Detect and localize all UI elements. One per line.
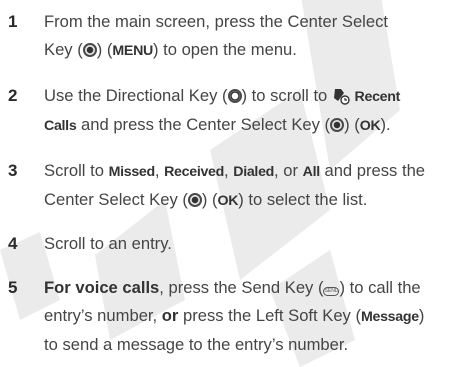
step-text-fragment: , (154, 161, 165, 180)
step-text-fragment: Center Select Key ( (44, 190, 188, 209)
step-text-fragment: Scroll to (44, 161, 109, 180)
step-text-fragment: and press the (319, 161, 426, 180)
or-label: or (161, 306, 179, 325)
step-number: 1 (8, 12, 18, 31)
step-text-line: to send a message to the entry’s number. (44, 335, 349, 354)
step-text-fragment: ) to scroll to (241, 86, 332, 105)
all-label: All (302, 164, 321, 180)
step-number: 4 (8, 234, 18, 253)
step-text-fragment: ) ( (201, 190, 218, 209)
step-number: 5 (8, 278, 18, 297)
directional-key-icon (227, 89, 242, 103)
step-text-fragment: , (224, 161, 234, 180)
step-text: Scroll to an entry. (44, 230, 469, 258)
message-label: Message (360, 309, 419, 325)
step-text-fragment: and press the Center Select Key ( (76, 115, 331, 134)
step-text-fragment: ) ( (96, 40, 113, 59)
step-text-fragment: Key ( (44, 40, 83, 59)
step-text: From the main screen, press the Center S… (44, 8, 469, 65)
center-select-key-icon (82, 43, 97, 57)
step-text-fragment: ) to open the menu. (152, 40, 297, 59)
voice-calls-label: For voice calls (44, 278, 160, 297)
step-number: 3 (8, 161, 18, 180)
ok-label: OK (217, 193, 239, 209)
ok-label: OK (359, 118, 381, 134)
center-select-key-icon (187, 193, 202, 207)
step-text-fragment: , press the Send Key ( (159, 278, 324, 297)
send-key-icon: SEND (323, 287, 340, 296)
calls-label: Calls (44, 118, 77, 134)
center-select-key-icon (330, 118, 345, 132)
step-text-line: Scroll to an entry. (44, 234, 172, 253)
step-text: Use the Directional Key () to scroll to … (44, 82, 469, 140)
menu-label: MENU (112, 43, 153, 59)
missed-label: Missed (108, 164, 156, 180)
recent-label: Recent (354, 89, 401, 105)
step-text-fragment: ). (380, 115, 391, 134)
received-label: Received (164, 164, 225, 180)
step-text-fragment: press the Left Soft Key ( (178, 306, 361, 325)
step-text-fragment: entry’s number, (44, 306, 162, 325)
step-text-fragment: Use the Directional Key ( (44, 86, 228, 105)
step-number: 2 (8, 86, 18, 105)
step-text: For voice calls, press the Send Key (SEN… (44, 274, 469, 359)
step-text-fragment: ) ( (344, 115, 360, 134)
step-text-fragment: ) to call the (339, 278, 421, 297)
recent-calls-icon (333, 89, 350, 105)
dialed-label: Dialed (233, 164, 275, 180)
step-text: Scroll to Missed, Received, Dialed, or A… (44, 157, 469, 215)
step-text-fragment: ) (418, 306, 425, 325)
step-text-fragment: , or (274, 161, 303, 180)
step-text-fragment: ) to select the list. (238, 190, 368, 209)
step-text-line: From the main screen, press the Center S… (44, 12, 389, 31)
